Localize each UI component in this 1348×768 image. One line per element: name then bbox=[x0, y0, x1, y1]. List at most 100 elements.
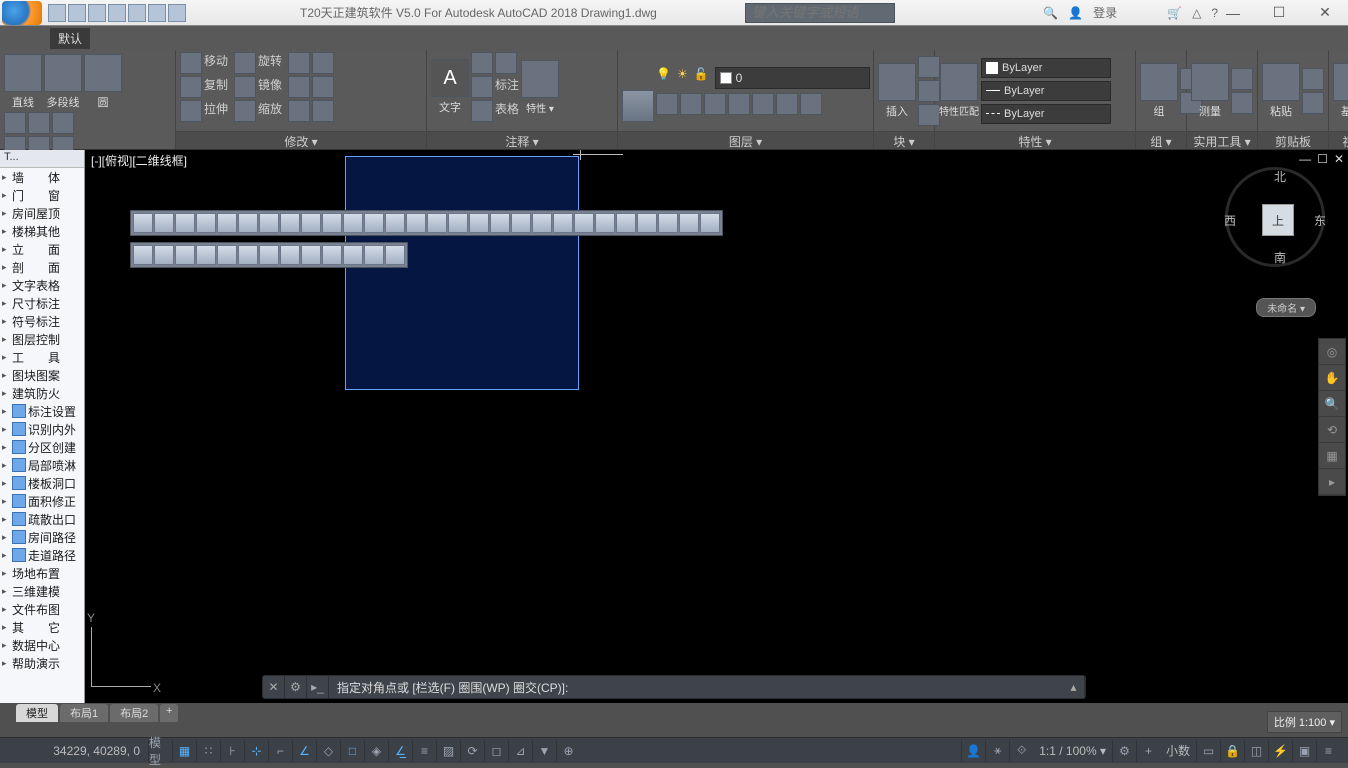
cycling-toggle-icon[interactable]: ⟳ bbox=[460, 740, 484, 762]
viewcube-south[interactable]: 南 bbox=[1274, 249, 1286, 266]
cmd-close-icon[interactable]: ✕ bbox=[263, 676, 285, 698]
qat-open-icon[interactable] bbox=[68, 4, 86, 22]
ftb1-btn-23[interactable] bbox=[595, 213, 615, 233]
bulb-icon[interactable]: 💡 bbox=[656, 67, 671, 89]
grid-toggle-icon[interactable]: ▦ bbox=[172, 740, 196, 762]
polar-toggle-icon[interactable]: ∠ bbox=[292, 740, 316, 762]
ftb1-btn-22[interactable] bbox=[574, 213, 594, 233]
panel-annot-label[interactable]: 注释 ▾ bbox=[427, 131, 617, 149]
tree-item-9[interactable]: ▸图层控制 bbox=[0, 330, 84, 348]
text-button[interactable]: A文字 bbox=[431, 59, 469, 115]
floating-toolbar-1[interactable] bbox=[130, 210, 723, 236]
ftb2-btn-2[interactable] bbox=[154, 245, 174, 265]
a360-icon[interactable]: △ bbox=[1192, 6, 1201, 20]
tree-item-0[interactable]: ▸墙 体 bbox=[0, 168, 84, 186]
tree-item-22[interactable]: ▸场地布置 bbox=[0, 564, 84, 582]
anno-scale-value[interactable]: 1:1 / 100% ▾ bbox=[1033, 744, 1112, 758]
infer-toggle-icon[interactable]: ⊦ bbox=[220, 740, 244, 762]
leader-icon[interactable] bbox=[495, 52, 517, 74]
cmd-history-up-icon[interactable]: ▴ bbox=[1063, 676, 1085, 698]
ftb1-btn-11[interactable] bbox=[343, 213, 363, 233]
gizmo-icon[interactable]: ⊕ bbox=[556, 740, 580, 762]
anno-visibility-icon[interactable]: 👤 bbox=[961, 740, 985, 762]
base-button[interactable]: 基点 bbox=[1333, 63, 1348, 119]
ftb1-btn-16[interactable] bbox=[448, 213, 468, 233]
tree-item-16[interactable]: ▸局部喷淋 bbox=[0, 456, 84, 474]
lineweight-dropdown[interactable]: ByLayer bbox=[981, 81, 1111, 101]
drawing-canvas[interactable]: [-][俯视][二维线框] — ☐ ✕ X Y 上 北 南 东 bbox=[85, 150, 1348, 703]
tab-model[interactable]: 模型 bbox=[16, 704, 58, 722]
tab-layout2[interactable]: 布局2 bbox=[110, 704, 158, 722]
tree-item-13[interactable]: ▸标注设置 bbox=[0, 402, 84, 420]
anno-autoscale-icon[interactable]: ⚹ bbox=[985, 740, 1009, 762]
layer-tool-1-icon[interactable] bbox=[656, 93, 678, 115]
quick-props-icon[interactable]: ▭ bbox=[1196, 740, 1220, 762]
ftb2-btn-9[interactable] bbox=[301, 245, 321, 265]
ftb1-btn-18[interactable] bbox=[490, 213, 510, 233]
layer-tool-4-icon[interactable] bbox=[728, 93, 750, 115]
ftb1-btn-14[interactable] bbox=[406, 213, 426, 233]
move-icon[interactable] bbox=[180, 52, 202, 74]
selection-filter-icon[interactable]: ▼ bbox=[532, 740, 556, 762]
viewport-label[interactable]: [-][俯视][二维线框] bbox=[91, 152, 187, 169]
tree-item-24[interactable]: ▸文件布图 bbox=[0, 600, 84, 618]
qat-plot-icon[interactable] bbox=[128, 4, 146, 22]
rotate-icon[interactable] bbox=[234, 52, 256, 74]
layer-tool-5-icon[interactable] bbox=[752, 93, 774, 115]
cmd-config-icon[interactable]: ⚙ bbox=[285, 676, 307, 698]
stretch-icon[interactable] bbox=[180, 100, 202, 122]
rect-icon[interactable] bbox=[28, 112, 50, 134]
qat-undo-icon[interactable] bbox=[148, 4, 166, 22]
nav-wheel-icon[interactable]: ◎ bbox=[1319, 339, 1345, 365]
viewcube-top[interactable]: 上 bbox=[1262, 204, 1294, 236]
workspace-switch-icon[interactable]: ⚙ bbox=[1112, 740, 1136, 762]
viewcube-west[interactable]: 西 bbox=[1224, 212, 1236, 229]
dynamic-input-icon[interactable]: ⊹ bbox=[244, 740, 268, 762]
nav-orbit-icon[interactable]: ⟲ bbox=[1319, 417, 1345, 443]
ftb1-btn-19[interactable] bbox=[511, 213, 531, 233]
login-label[interactable]: 登录 bbox=[1093, 4, 1117, 21]
tree-item-12[interactable]: ▸建筑防火 bbox=[0, 384, 84, 402]
qat-save-icon[interactable] bbox=[88, 4, 106, 22]
panel-modify-label[interactable]: 修改 ▾ bbox=[176, 131, 426, 149]
viewcube-east[interactable]: 东 bbox=[1314, 212, 1326, 229]
layer-tool-3-icon[interactable] bbox=[704, 93, 726, 115]
vp-close-button[interactable]: ✕ bbox=[1334, 152, 1344, 166]
otrack-toggle-icon[interactable]: ∠̲ bbox=[388, 740, 412, 762]
insert-button[interactable]: 插入 bbox=[878, 63, 916, 119]
tree-item-25[interactable]: ▸其 它 bbox=[0, 618, 84, 636]
ftb2-btn-6[interactable] bbox=[238, 245, 258, 265]
anno-scale-icon[interactable]: ⟐ bbox=[1009, 740, 1033, 762]
layer-tool-2-icon[interactable] bbox=[680, 93, 702, 115]
properties-button[interactable]: 特性 ▾ bbox=[521, 60, 559, 115]
arc-icon[interactable] bbox=[4, 112, 26, 134]
tree-item-21[interactable]: ▸走道路径 bbox=[0, 546, 84, 564]
table-icon[interactable] bbox=[471, 100, 493, 122]
ftb1-btn-4[interactable] bbox=[196, 213, 216, 233]
panel-group-label[interactable]: 组 ▾ bbox=[1136, 131, 1186, 149]
tree-item-17[interactable]: ▸楼板洞口 bbox=[0, 474, 84, 492]
layer-props-button[interactable] bbox=[622, 60, 654, 122]
ftb1-btn-15[interactable] bbox=[427, 213, 447, 233]
tree-item-18[interactable]: ▸面积修正 bbox=[0, 492, 84, 510]
fillet-icon[interactable] bbox=[288, 76, 310, 98]
qat-saveas-icon[interactable] bbox=[108, 4, 126, 22]
hardware-accel-icon[interactable]: ⚡ bbox=[1268, 740, 1292, 762]
ftb2-btn-1[interactable] bbox=[133, 245, 153, 265]
circle-button[interactable]: 圆 bbox=[84, 54, 122, 110]
ftb1-btn-3[interactable] bbox=[175, 213, 195, 233]
util-1-icon[interactable] bbox=[1231, 68, 1253, 90]
ftb1-btn-5[interactable] bbox=[217, 213, 237, 233]
ftb1-btn-12[interactable] bbox=[364, 213, 384, 233]
ellipse-icon[interactable] bbox=[52, 112, 74, 134]
util-2-icon[interactable] bbox=[1231, 92, 1253, 114]
osnap-toggle-icon[interactable]: □ bbox=[340, 740, 364, 762]
panel-prop-label[interactable]: 特性 ▾ bbox=[935, 131, 1135, 149]
layer-tool-7-icon[interactable] bbox=[800, 93, 822, 115]
tree-item-26[interactable]: ▸数据中心 bbox=[0, 636, 84, 654]
ftb1-btn-2[interactable] bbox=[154, 213, 174, 233]
ftb1-btn-13[interactable] bbox=[385, 213, 405, 233]
scale-ratio-label[interactable]: 比例 1:100 ▾ bbox=[1267, 711, 1342, 733]
scale-icon[interactable] bbox=[234, 100, 256, 122]
ftb2-btn-10[interactable] bbox=[322, 245, 342, 265]
